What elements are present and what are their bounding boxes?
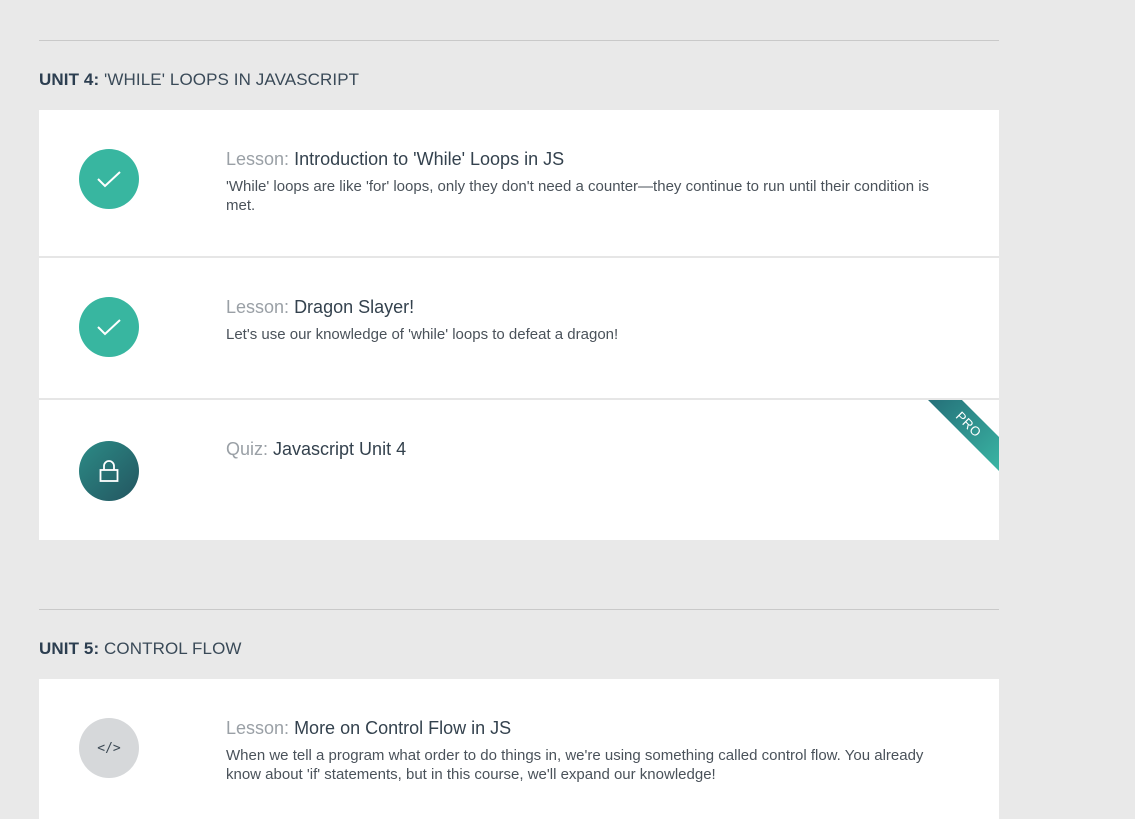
pro-ribbon-label: PRO: [953, 408, 985, 440]
lesson-heading[interactable]: Lesson: Introduction to 'While' Loops in…: [226, 148, 961, 170]
lock-icon: [99, 460, 119, 482]
lesson-text: Lesson: More on Control Flow in JS When …: [226, 717, 961, 784]
code-icon: </>: [97, 740, 121, 756]
lesson-name: Introduction to 'While' Loops in JS: [294, 149, 565, 169]
lesson-card[interactable]: </> Lesson: More on Control Flow in JS W…: [39, 679, 999, 819]
lesson-heading[interactable]: Lesson: More on Control Flow in JS: [226, 717, 961, 739]
unit-4-label: UNIT 4:: [39, 70, 100, 89]
quiz-text: Quiz: Javascript Unit 4: [226, 438, 961, 460]
lesson-text: Lesson: Dragon Slayer! Let's use our kno…: [226, 296, 961, 344]
unit-5-label: UNIT 5:: [39, 639, 100, 658]
lesson-kind: Lesson:: [226, 297, 290, 317]
code-badge: </>: [79, 718, 139, 778]
quiz-heading[interactable]: Quiz: Javascript Unit 4: [226, 438, 961, 460]
lesson-card[interactable]: Lesson: Dragon Slayer! Let's use our kno…: [39, 258, 999, 400]
lesson-kind: Lesson:: [226, 149, 290, 169]
check-icon: [97, 319, 121, 336]
completed-badge: [79, 149, 139, 209]
quiz-card[interactable]: Quiz: Javascript Unit 4 PRO: [39, 400, 999, 540]
unit-5-title: UNIT 5: CONTROL FLOW: [39, 639, 999, 659]
unit-4-title: UNIT 4: 'WHILE' LOOPS IN JAVASCRIPT: [39, 70, 999, 90]
unit-4-lessons: Lesson: Introduction to 'While' Loops in…: [39, 110, 999, 540]
lesson-card[interactable]: Lesson: Introduction to 'While' Loops in…: [39, 110, 999, 258]
unit-4-name: 'WHILE' LOOPS IN JAVASCRIPT: [104, 70, 360, 89]
lesson-name: More on Control Flow in JS: [294, 718, 512, 738]
lesson-description: Let's use our knowledge of 'while' loops…: [226, 326, 619, 343]
lesson-text: Lesson: Introduction to 'While' Loops in…: [226, 148, 961, 215]
lesson-heading[interactable]: Lesson: Dragon Slayer!: [226, 296, 961, 318]
unit-5-name: CONTROL FLOW: [104, 639, 242, 658]
quiz-name: Javascript Unit 4: [273, 439, 407, 459]
lesson-description: 'While' loops are like 'for' loops, only…: [226, 178, 930, 214]
unit-5-lessons: </> Lesson: More on Control Flow in JS W…: [39, 679, 999, 819]
lesson-kind: Lesson:: [226, 718, 290, 738]
lesson-name: Dragon Slayer!: [294, 297, 415, 317]
unit-4-section: UNIT 4: 'WHILE' LOOPS IN JAVASCRIPT Less…: [39, 40, 999, 540]
unit-divider: [39, 609, 999, 610]
check-icon: [97, 171, 121, 188]
unit-5-section: UNIT 5: CONTROL FLOW </> Lesson: More on…: [39, 609, 999, 819]
lesson-description: When we tell a program what order to do …: [226, 747, 924, 783]
completed-badge: [79, 297, 139, 357]
locked-badge: [79, 441, 139, 501]
quiz-kind: Quiz:: [226, 439, 269, 459]
unit-divider: [39, 40, 999, 41]
